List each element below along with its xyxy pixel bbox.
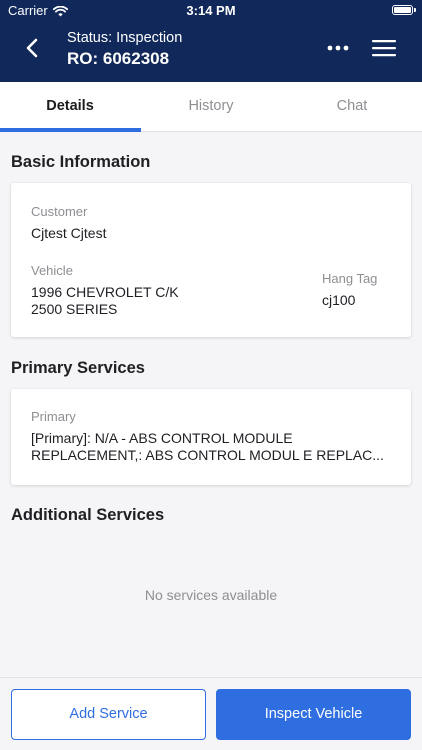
vehicle-label: Vehicle — [31, 263, 73, 278]
ro-status: Status: Inspection — [67, 30, 183, 46]
additional-services-heading: Additional Services — [11, 506, 165, 524]
hang-tag-label: Hang Tag — [322, 271, 378, 286]
primary-service-line-1: [Primary]: N/A - ABS CONTROL MODULE — [31, 430, 293, 446]
more-horizontal-icon — [327, 45, 349, 51]
basic-information-card: Customer Cjtest Cjtest Vehicle 1996 CHEV… — [11, 183, 411, 337]
tab-chat[interactable]: Chat — [282, 82, 422, 131]
battery-icon — [392, 5, 416, 15]
status-time: 3:14 PM — [186, 3, 236, 18]
tab-history[interactable]: History — [141, 82, 281, 131]
hang-tag-value: cj100 — [322, 292, 356, 308]
primary-service-card[interactable]: Primary [Primary]: N/A - ABS CONTROL MOD… — [11, 389, 411, 485]
vehicle-line-2: 2500 SERIES — [31, 301, 118, 317]
customer-value: Cjtest Cjtest — [31, 225, 107, 241]
back-button[interactable] — [14, 33, 50, 63]
hamburger-menu-icon — [372, 40, 396, 57]
chevron-left-icon — [26, 38, 38, 58]
active-tab-indicator — [0, 128, 141, 132]
primary-service-line-2: REPLACEMENT,: ABS CONTROL MODUL E REPLAC… — [31, 447, 384, 463]
action-footer: Add Service Inspect Vehicle — [0, 677, 422, 750]
header-title-block: Status: Inspection RO: 6062308 — [67, 29, 182, 71]
basic-information-heading: Basic Information — [11, 153, 151, 171]
more-options-button[interactable] — [324, 38, 352, 58]
inspect-vehicle-button[interactable]: Inspect Vehicle — [216, 689, 411, 740]
primary-label: Primary — [31, 409, 76, 424]
tab-details[interactable]: Details — [0, 82, 140, 131]
primary-services-heading: Primary Services — [11, 359, 145, 377]
add-service-button[interactable]: Add Service — [11, 689, 206, 740]
navigation-header: Carrier 3:14 PM Status: Inspection RO: 6… — [0, 0, 422, 82]
vehicle-line-1: 1996 CHEVROLET C/K — [31, 284, 179, 300]
menu-button[interactable] — [368, 35, 400, 61]
status-bar: Carrier 3:14 PM — [0, 0, 422, 22]
no-services-message: No services available — [144, 587, 278, 603]
tab-bar: Details History Chat — [0, 82, 422, 132]
customer-label: Customer — [31, 204, 88, 219]
ro-number: RO: 6062308 — [67, 49, 170, 68]
